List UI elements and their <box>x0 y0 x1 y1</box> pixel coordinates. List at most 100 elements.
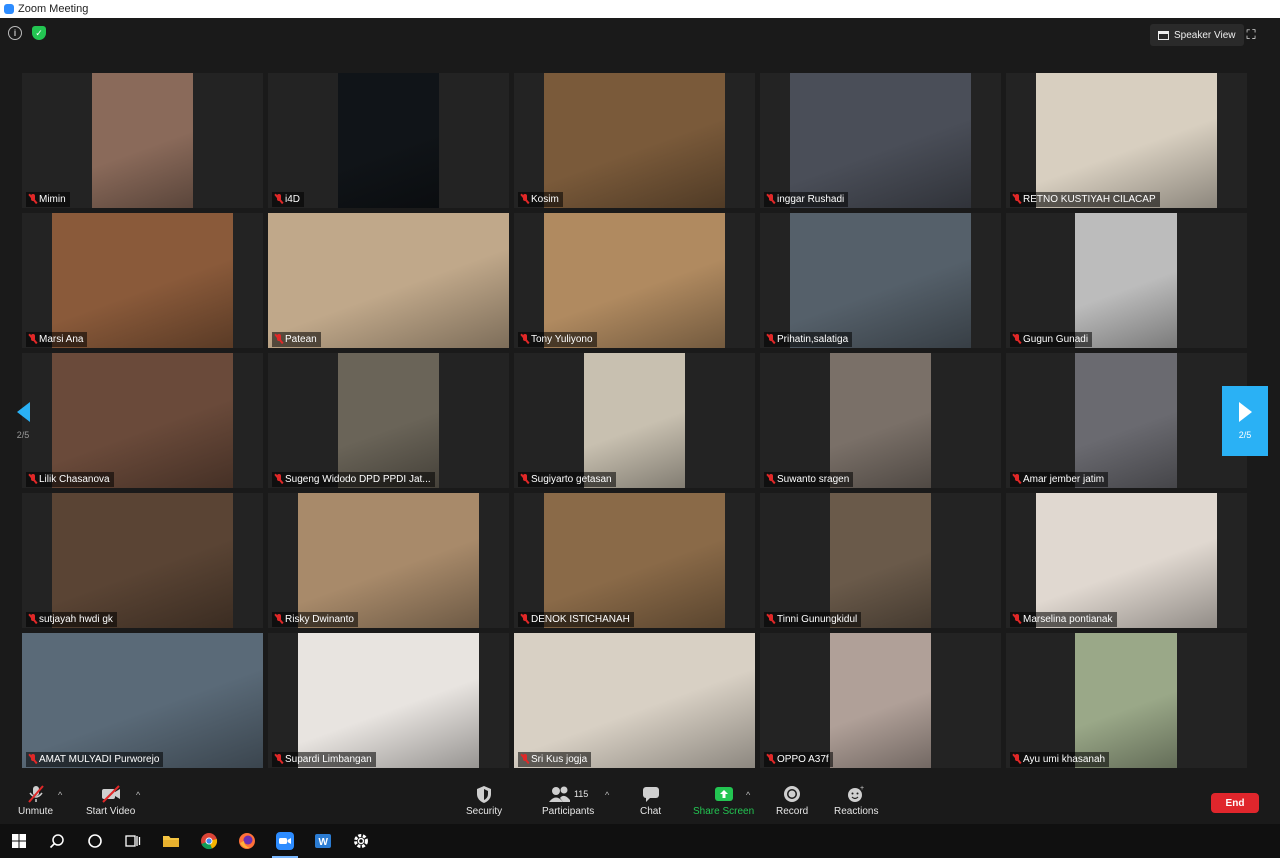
speaker-view-button[interactable]: Speaker View <box>1150 24 1244 46</box>
participant-name: Supardi Limbangan <box>285 754 372 765</box>
arrow-right-icon <box>1238 402 1252 422</box>
audio-options-caret-icon[interactable]: ^ <box>58 790 62 800</box>
cortana-icon[interactable] <box>76 824 114 858</box>
encryption-shield-icon[interactable]: ✓ <box>32 26 46 40</box>
participant-tile[interactable]: Ayu umi khasanah <box>1006 633 1247 768</box>
file-explorer-icon[interactable] <box>152 824 190 858</box>
search-icon[interactable] <box>38 824 76 858</box>
participant-tile[interactable]: Patean <box>268 213 509 348</box>
zoom-window: Zoom Meeting i ✓ Speaker View ⛶ Mimin i4D… <box>0 0 1280 858</box>
participant-tile[interactable]: Suwanto sragen <box>760 353 1001 488</box>
participant-name-label: Tinni Gunungkidul <box>764 612 862 627</box>
participant-tile[interactable]: inggar Rushadi <box>760 73 1001 208</box>
participant-tile[interactable]: i4D <box>268 73 509 208</box>
participant-video <box>52 353 233 488</box>
record-icon <box>782 784 802 804</box>
info-icon[interactable]: i <box>8 26 22 40</box>
participant-tile[interactable]: OPPO A37f <box>760 633 1001 768</box>
participant-name-label: Sri Kus jogja <box>518 752 592 767</box>
next-page-button[interactable]: 2/5 <box>1222 386 1268 456</box>
participant-tile[interactable]: Amar jember jatim <box>1006 353 1247 488</box>
mic-muted-icon <box>521 614 529 624</box>
participant-tile[interactable]: AMAT MULYADI Purworejo <box>22 633 263 768</box>
shield-icon <box>475 784 493 804</box>
participant-name-label: Tony Yuliyono <box>518 332 597 347</box>
security-label: Security <box>466 806 503 817</box>
unmute-label: Unmute <box>18 806 54 817</box>
participant-tile[interactable]: Sri Kus jogja <box>514 633 755 768</box>
settings-gear-icon[interactable] <box>342 824 380 858</box>
participant-name-label: DENOK ISTICHANAH <box>518 612 634 627</box>
chrome-icon[interactable] <box>190 824 228 858</box>
mic-muted-icon <box>1013 474 1021 484</box>
participant-tile[interactable]: Mimin <box>22 73 263 208</box>
gallery-grid: Mimin i4D Kosim inggar Rushadi RETNO KUSTIYA… <box>22 73 1247 773</box>
participant-video <box>298 493 479 628</box>
unmute-button[interactable]: Unmute <box>18 784 53 817</box>
participant-name: RETNO KUSTIYAH CILACAP <box>1023 194 1156 205</box>
firefox-icon[interactable] <box>228 824 266 858</box>
participant-name: Marselina pontianak <box>1023 614 1113 625</box>
participant-name: Tony Yuliyono <box>531 334 593 345</box>
fullscreen-icon[interactable]: ⛶ <box>1244 28 1258 42</box>
mic-muted-icon <box>275 614 283 624</box>
video-options-caret-icon[interactable]: ^ <box>136 790 140 800</box>
mic-muted-icon <box>1013 334 1021 344</box>
mic-muted-icon <box>29 194 37 204</box>
participant-video <box>544 213 725 348</box>
participant-tile[interactable]: Tinni Gunungkidul <box>760 493 1001 628</box>
mic-muted-icon <box>521 754 529 764</box>
participant-tile[interactable]: Prihatin,salatiga <box>760 213 1001 348</box>
participant-tile[interactable]: Lilik Chasanova <box>22 353 263 488</box>
chat-button[interactable]: Chat <box>640 784 661 817</box>
participant-tile[interactable]: Supardi Limbangan <box>268 633 509 768</box>
participant-video <box>268 213 509 348</box>
task-view-icon[interactable] <box>114 824 152 858</box>
participant-tile[interactable]: RETNO KUSTIYAH CILACAP <box>1006 73 1247 208</box>
participant-tile[interactable]: Tony Yuliyono <box>514 213 755 348</box>
participant-name-label: Amar jember jatim <box>1010 472 1109 487</box>
participant-tile[interactable]: sutjayah hwdi gk <box>22 493 263 628</box>
participants-options-caret-icon[interactable]: ^ <box>605 790 609 800</box>
participants-label: Participants <box>542 806 595 817</box>
participant-name-label: Sugeng Widodo DPD PPDI Jat... <box>272 472 435 487</box>
start-video-button[interactable]: Start Video <box>86 784 135 817</box>
participant-video <box>830 353 931 488</box>
participant-video <box>584 353 685 488</box>
participant-name-label: OPPO A37f <box>764 752 833 767</box>
reactions-label: Reactions <box>834 806 879 817</box>
mic-muted-icon <box>275 754 283 764</box>
participant-tile[interactable]: Kosim <box>514 73 755 208</box>
participant-tile[interactable]: Risky Dwinanto <box>268 493 509 628</box>
windows-start-icon[interactable] <box>0 824 38 858</box>
meeting-info-bar: i ✓ <box>8 26 46 40</box>
mic-muted-icon <box>1013 194 1021 204</box>
participant-name-label: Ayu umi khasanah <box>1010 752 1110 767</box>
reactions-button[interactable]: + Reactions <box>834 784 878 817</box>
participant-video <box>1075 633 1177 768</box>
start-video-label: Start Video <box>86 806 136 817</box>
participant-tile[interactable]: DENOK ISTICHANAH <box>514 493 755 628</box>
word-icon[interactable]: W <box>304 824 342 858</box>
participant-tile[interactable]: Marsi Ana <box>22 213 263 348</box>
security-button[interactable]: Security <box>466 784 502 817</box>
windows-taskbar: W <box>0 824 1280 858</box>
participant-name-label: i4D <box>272 192 305 207</box>
participant-video <box>338 353 439 488</box>
share-screen-button[interactable]: Share Screen <box>693 784 754 817</box>
end-meeting-button[interactable]: End <box>1211 793 1259 813</box>
previous-page-button[interactable]: 2/5 <box>0 386 46 456</box>
participant-name: i4D <box>285 194 301 205</box>
participant-video <box>544 73 725 208</box>
window-title: Zoom Meeting <box>18 3 89 15</box>
participants-button[interactable]: 115 Participants <box>542 784 594 817</box>
arrow-left-icon <box>16 402 30 422</box>
participant-name: Kosim <box>531 194 559 205</box>
participant-tile[interactable]: Gugun Gunadi <box>1006 213 1247 348</box>
participant-tile[interactable]: Marselina pontianak <box>1006 493 1247 628</box>
share-options-caret-icon[interactable]: ^ <box>746 790 750 800</box>
zoom-taskbar-icon[interactable] <box>266 824 304 858</box>
participant-tile[interactable]: Sugiyarto getasan <box>514 353 755 488</box>
participant-tile[interactable]: Sugeng Widodo DPD PPDI Jat... <box>268 353 509 488</box>
record-button[interactable]: Record <box>776 784 808 817</box>
